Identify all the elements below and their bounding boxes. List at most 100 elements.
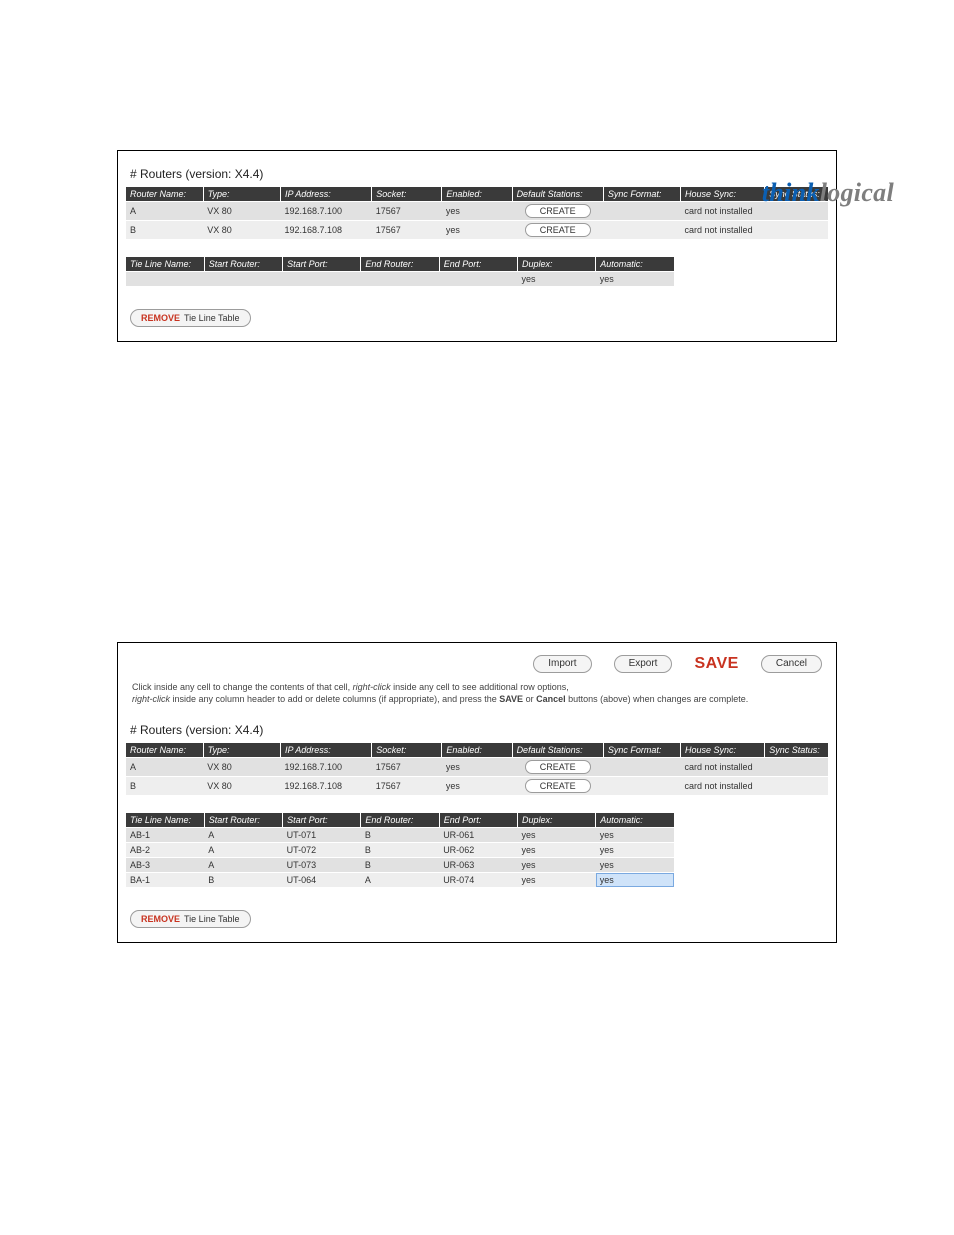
tieline-header-row[interactable]: Tie Line Name: Start Router: Start Port:… <box>126 257 674 272</box>
col-router-name[interactable]: Router Name: <box>126 743 203 758</box>
cell-router-socket[interactable]: 17567 <box>372 758 442 777</box>
cell-router-enabled[interactable]: yes <box>442 777 512 796</box>
cell-start-router[interactable]: A <box>204 843 282 858</box>
tieline-row[interactable]: AB-3 A UT-073 B UR-063 yes yes <box>126 858 674 873</box>
cell-automatic[interactable]: yes <box>596 828 674 843</box>
cell-router-ip[interactable]: 192.168.7.108 <box>280 221 371 240</box>
col-ip[interactable]: IP Address: <box>280 743 371 758</box>
col-end-port[interactable]: End Port: <box>439 257 517 272</box>
remove-tieline-button[interactable]: REMOVE Tie Line Table <box>130 309 251 327</box>
cell-end-router[interactable] <box>361 272 439 287</box>
cell-sync-status[interactable] <box>765 221 828 240</box>
cell-router-ip[interactable]: 192.168.7.108 <box>280 777 371 796</box>
cell-router-type[interactable]: VX 80 <box>203 758 280 777</box>
cell-end-port[interactable]: UR-062 <box>439 843 517 858</box>
cell-end-router[interactable]: B <box>361 858 439 873</box>
cell-router-enabled[interactable]: yes <box>442 758 512 777</box>
col-house-sync[interactable]: House Sync: <box>681 187 765 202</box>
cell-default-stations[interactable]: CREATE <box>512 221 603 240</box>
cell-tieline-name[interactable]: BA-1 <box>126 873 204 888</box>
tieline-row[interactable]: AB-1 A UT-071 B UR-061 yes yes <box>126 828 674 843</box>
cell-tieline-name[interactable] <box>126 272 204 287</box>
create-button[interactable]: CREATE <box>525 779 591 793</box>
cell-tieline-name[interactable]: AB-1 <box>126 828 204 843</box>
cell-start-router[interactable]: B <box>204 873 282 888</box>
col-type[interactable]: Type: <box>203 187 280 202</box>
tieline-row[interactable]: yes yes <box>126 272 674 287</box>
import-button[interactable]: Import <box>533 655 591 673</box>
col-start-router[interactable]: Start Router: <box>204 257 282 272</box>
cell-duplex[interactable]: yes <box>517 858 595 873</box>
cell-default-stations[interactable]: CREATE <box>512 758 603 777</box>
cell-automatic[interactable]: yes <box>596 272 674 287</box>
cell-duplex[interactable]: yes <box>517 828 595 843</box>
cell-duplex[interactable]: yes <box>517 272 595 287</box>
col-type[interactable]: Type: <box>203 743 280 758</box>
cell-house-sync[interactable]: card not installed <box>681 221 765 240</box>
cell-router-name[interactable]: B <box>126 777 203 796</box>
cell-default-stations[interactable]: CREATE <box>512 202 603 221</box>
col-socket[interactable]: Socket: <box>372 743 442 758</box>
col-start-port[interactable]: Start Port: <box>283 257 361 272</box>
col-enabled[interactable]: Enabled: <box>442 187 512 202</box>
col-enabled[interactable]: Enabled: <box>442 743 512 758</box>
cell-router-type[interactable]: VX 80 <box>203 202 280 221</box>
cell-start-port[interactable]: UT-064 <box>283 873 361 888</box>
router-row[interactable]: B VX 80 192.168.7.108 17567 yes CREATE c… <box>126 221 828 240</box>
cell-start-router[interactable] <box>204 272 282 287</box>
cell-duplex[interactable]: yes <box>517 843 595 858</box>
create-button[interactable]: CREATE <box>525 204 591 218</box>
cell-start-router[interactable]: A <box>204 858 282 873</box>
col-tieline-name[interactable]: Tie Line Name: <box>126 813 204 828</box>
cell-sync-status[interactable] <box>765 758 828 777</box>
cell-router-socket[interactable]: 17567 <box>372 221 442 240</box>
cell-end-port[interactable] <box>439 272 517 287</box>
cell-end-port[interactable]: UR-061 <box>439 828 517 843</box>
create-button[interactable]: CREATE <box>525 223 591 237</box>
create-button[interactable]: CREATE <box>525 760 591 774</box>
cell-end-router[interactable]: B <box>361 843 439 858</box>
col-end-router[interactable]: End Router: <box>361 257 439 272</box>
cell-router-enabled[interactable]: yes <box>442 221 512 240</box>
cell-router-socket[interactable]: 17567 <box>372 202 442 221</box>
cell-sync-status[interactable] <box>765 777 828 796</box>
cell-house-sync[interactable]: card not installed <box>681 758 765 777</box>
cancel-button[interactable]: Cancel <box>761 655 822 673</box>
cell-start-port[interactable]: UT-072 <box>283 843 361 858</box>
cell-start-port[interactable]: UT-073 <box>283 858 361 873</box>
cell-end-router[interactable]: A <box>361 873 439 888</box>
col-end-port[interactable]: End Port: <box>439 813 517 828</box>
routers-header-row[interactable]: Router Name: Type: IP Address: Socket: E… <box>126 743 828 758</box>
cell-automatic[interactable]: yes <box>596 843 674 858</box>
cell-sync-format[interactable] <box>603 221 680 240</box>
cell-router-type[interactable]: VX 80 <box>203 221 280 240</box>
cell-automatic-selected[interactable]: yes <box>596 873 674 888</box>
router-row[interactable]: A VX 80 192.168.7.100 17567 yes CREATE c… <box>126 202 828 221</box>
col-default-stations[interactable]: Default Stations: <box>512 743 603 758</box>
cell-duplex[interactable]: yes <box>517 873 595 888</box>
cell-house-sync[interactable]: card not installed <box>681 202 765 221</box>
cell-default-stations[interactable]: CREATE <box>512 777 603 796</box>
router-row[interactable]: B VX 80 192.168.7.108 17567 yes CREATE c… <box>126 777 828 796</box>
col-automatic[interactable]: Automatic: <box>596 257 674 272</box>
col-router-name[interactable]: Router Name: <box>126 187 203 202</box>
cell-start-port[interactable]: UT-071 <box>283 828 361 843</box>
col-start-router[interactable]: Start Router: <box>204 813 282 828</box>
col-sync-format[interactable]: Sync Format: <box>603 187 680 202</box>
col-tieline-name[interactable]: Tie Line Name: <box>126 257 204 272</box>
cell-router-name[interactable]: B <box>126 221 203 240</box>
cell-automatic[interactable]: yes <box>596 858 674 873</box>
cell-house-sync[interactable]: card not installed <box>681 777 765 796</box>
router-row[interactable]: A VX 80 192.168.7.100 17567 yes CREATE c… <box>126 758 828 777</box>
cell-tieline-name[interactable]: AB-2 <box>126 843 204 858</box>
col-socket[interactable]: Socket: <box>372 187 442 202</box>
tieline-row[interactable]: AB-2 A UT-072 B UR-062 yes yes <box>126 843 674 858</box>
cell-router-name[interactable]: A <box>126 202 203 221</box>
col-end-router[interactable]: End Router: <box>361 813 439 828</box>
col-duplex[interactable]: Duplex: <box>517 257 595 272</box>
col-house-sync[interactable]: House Sync: <box>681 743 765 758</box>
tieline-header-row[interactable]: Tie Line Name: Start Router: Start Port:… <box>126 813 674 828</box>
tieline-row[interactable]: BA-1 B UT-064 A UR-074 yes yes <box>126 873 674 888</box>
col-ip[interactable]: IP Address: <box>280 187 371 202</box>
routers-header-row[interactable]: Router Name: Type: IP Address: Socket: E… <box>126 187 828 202</box>
